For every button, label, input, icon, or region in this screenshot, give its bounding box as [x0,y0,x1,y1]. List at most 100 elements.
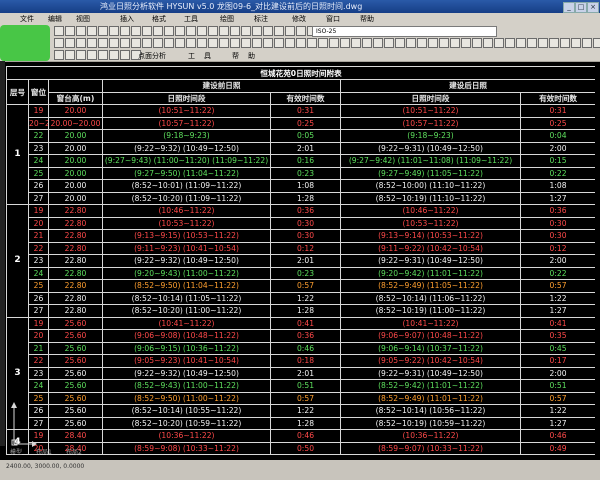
toolbar-button-icon[interactable] [472,38,482,48]
toolbar-button-icon[interactable] [461,38,471,48]
menu-modify[interactable]: 修改 [292,14,306,24]
toolbar-button-icon[interactable] [241,26,251,36]
toolbar-button-icon[interactable] [219,38,229,48]
toolbar-button-icon[interactable] [560,38,570,48]
toolbar-button-icon[interactable] [593,38,600,48]
toolbar-button-icon[interactable] [186,26,196,36]
toolbar-button-icon[interactable] [505,38,515,48]
tab-model[interactable]: 模型 [10,447,22,456]
toolbar-button-icon[interactable] [120,38,130,48]
toolbar-button-icon[interactable] [65,26,75,36]
toolbar-button-icon[interactable] [142,26,152,36]
toolbar-button-icon[interactable] [263,38,273,48]
menu-point-analysis[interactable]: 点面分析 [138,51,166,61]
toolbar-button-icon[interactable] [384,38,394,48]
toolbar-button-icon[interactable] [351,38,361,48]
toolbar-button-icon[interactable] [439,38,449,48]
toolbar-button-icon[interactable] [549,38,559,48]
toolbar-button-icon[interactable] [54,26,64,36]
toolbar-button-icon[interactable] [54,50,64,60]
toolbar-button-icon[interactable] [87,26,97,36]
menu-dimension[interactable]: 标注 [254,14,268,24]
menu-format[interactable]: 格式 [152,14,166,24]
toolbar-button-icon[interactable] [307,38,317,48]
toolbar-button-icon[interactable] [87,38,97,48]
menu-tools-a[interactable]: 工 [188,51,195,61]
toolbar-button-icon[interactable] [318,38,328,48]
toolbar-button-icon[interactable] [76,26,86,36]
toolbar-button-icon[interactable] [538,38,548,48]
menu-help-b[interactable]: 助 [248,51,255,61]
maximize-button[interactable]: □ [575,2,587,13]
toolbar-button-icon[interactable] [109,26,119,36]
menu-tools[interactable]: 工具 [184,14,198,24]
toolbar-button-icon[interactable] [219,26,229,36]
toolbar-button-icon[interactable] [98,26,108,36]
toolbar-button-icon[interactable] [296,26,306,36]
toolbar-button-icon[interactable] [109,38,119,48]
toolbar-button-icon[interactable] [274,26,284,36]
toolbar-button-icon[interactable] [65,50,75,60]
toolbar-button-icon[interactable] [142,38,152,48]
toolbar-button-icon[interactable] [76,50,86,60]
toolbar-button-icon[interactable] [373,38,383,48]
toolbar-button-icon[interactable] [417,38,427,48]
toolbar-button-icon[interactable] [571,38,581,48]
toolbar-button-icon[interactable] [186,38,196,48]
toolbar-button-icon[interactable] [527,38,537,48]
toolbar-button-icon[interactable] [263,26,273,36]
toolbar-button-icon[interactable] [406,38,416,48]
toolbar-button-icon[interactable] [483,38,493,48]
toolbar-button-icon[interactable] [131,26,141,36]
toolbar-button-icon[interactable] [153,38,163,48]
toolbar-button-icon[interactable] [98,50,108,60]
tab-layout1[interactable]: 布局1 [36,447,52,456]
menu-insert[interactable]: 插入 [120,14,134,24]
menu-view[interactable]: 视图 [76,14,90,24]
toolbar-button-icon[interactable] [109,50,119,60]
toolbar-button-icon[interactable] [87,50,97,60]
minimize-button[interactable]: _ [563,2,575,13]
menu-file[interactable]: 文件 [20,14,34,24]
toolbar-button-icon[interactable] [208,38,218,48]
toolbar-button-icon[interactable] [65,38,75,48]
toolbar-button-icon[interactable] [428,38,438,48]
toolbar-button-icon[interactable] [450,38,460,48]
toolbar-button-icon[interactable] [362,38,372,48]
toolbar-button-icon[interactable] [76,38,86,48]
toolbar-button-icon[interactable] [494,38,504,48]
toolbar-button-icon[interactable] [175,26,185,36]
toolbar-button-icon[interactable] [175,38,185,48]
dimstyle-combo[interactable]: ISO-25 [312,26,497,37]
toolbar-button-icon[interactable] [120,26,130,36]
menu-tools-b[interactable]: 具 [204,51,211,61]
menu-window[interactable]: 窗口 [326,14,340,24]
toolbar-button-icon[interactable] [329,38,339,48]
toolbar-button-icon[interactable] [230,38,240,48]
toolbar-button-icon[interactable] [395,38,405,48]
toolbar-button-icon[interactable] [208,26,218,36]
toolbar-button-icon[interactable] [285,26,295,36]
toolbar-button-icon[interactable] [197,38,207,48]
toolbar-button-icon[interactable] [98,38,108,48]
toolbar-button-icon[interactable] [131,38,141,48]
toolbar-button-icon[interactable] [340,38,350,48]
toolbar-button-icon[interactable] [164,38,174,48]
toolbar-button-icon[interactable] [164,26,174,36]
toolbar-button-icon[interactable] [54,38,64,48]
toolbar-button-icon[interactable] [516,38,526,48]
toolbar-button-icon[interactable] [296,38,306,48]
toolbar-button-icon[interactable] [241,38,251,48]
toolbar-button-icon[interactable] [252,26,262,36]
toolbar-button-icon[interactable] [252,38,262,48]
toolbar-button-icon[interactable] [230,26,240,36]
menu-draw[interactable]: 绘图 [220,14,234,24]
drawing-canvas[interactable]: 恒城花苑0日照时间附表 层号 窗位 建设前日照 建设后日照 窗台高(m) 日照时… [6,66,595,458]
tab-layout2[interactable]: 布局2 [66,447,82,456]
toolbar-button-icon[interactable] [274,38,284,48]
menu-help-a[interactable]: 帮 [232,51,239,61]
menu-edit[interactable]: 编辑 [48,14,62,24]
toolbar-button-icon[interactable] [120,50,130,60]
toolbar-button-icon[interactable] [153,26,163,36]
menu-help[interactable]: 帮助 [360,14,374,24]
